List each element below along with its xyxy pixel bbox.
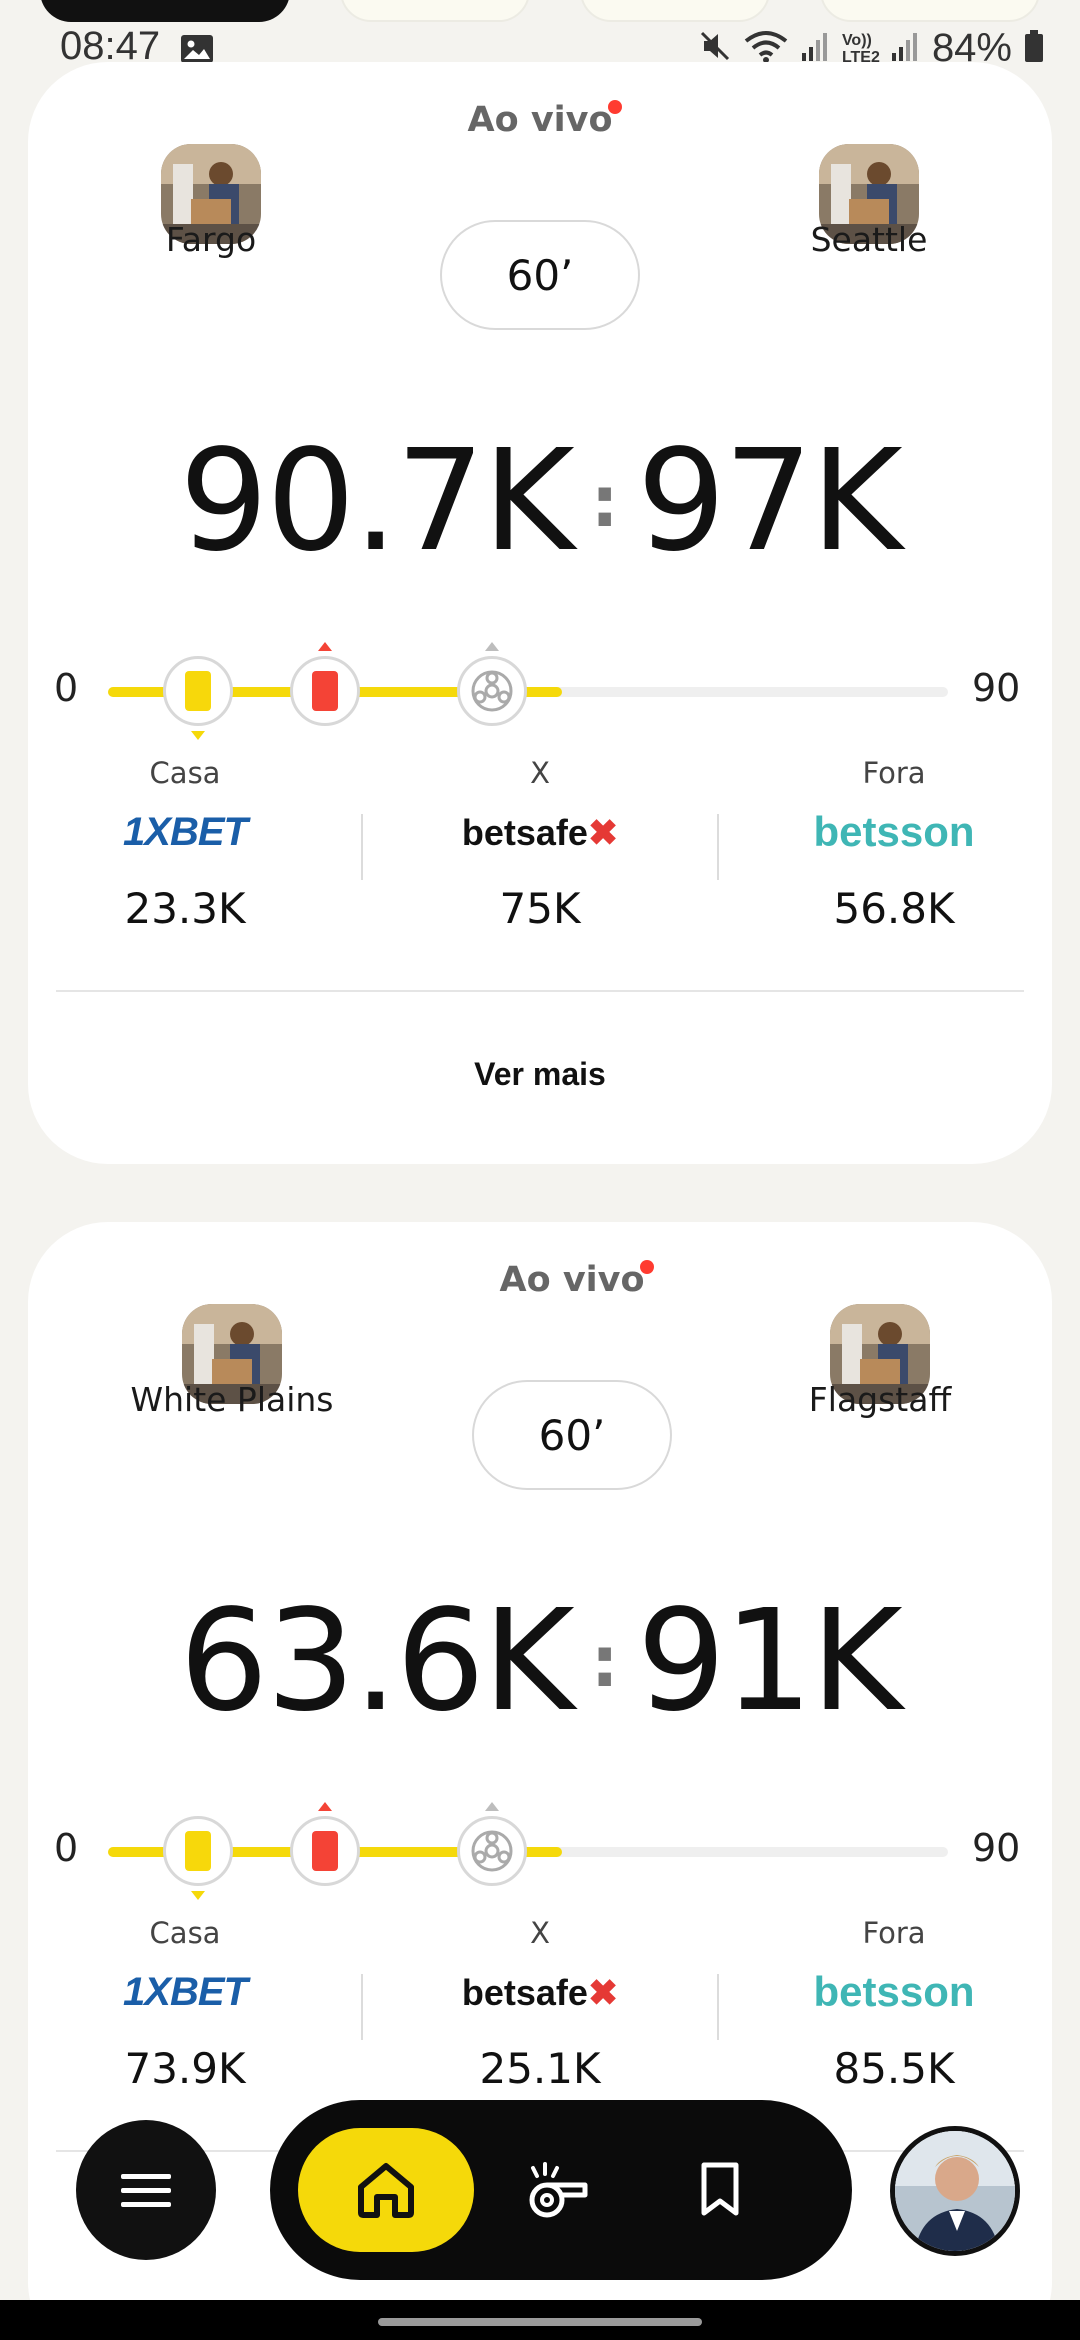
score-separator: : [590,460,619,543]
odd-label-home: Casa [149,1916,221,1950]
timeline-start: 0 [54,1826,79,1870]
odd-label-draw: X [530,1916,550,1950]
profile-avatar[interactable] [890,2126,1020,2256]
home-team-name: White Plains [130,1380,334,1419]
event-marker [191,1891,205,1900]
bottom-nav [270,2100,852,2280]
event-marker [318,642,332,651]
event-marker [318,1802,332,1811]
live-dot [640,1260,654,1274]
ball-icon [471,1830,513,1872]
live-label: Ao vivo [467,100,613,140]
odd-label-home: Casa [149,756,221,790]
odd-label-draw: X [530,756,550,790]
nav-whistle-button[interactable] [518,2152,598,2228]
menu-icon [121,2174,171,2207]
betsafe-x-icon: ✖ [587,1972,619,2013]
score-separator: : [590,1620,619,1703]
timeline-start: 0 [54,666,79,710]
red-card-event[interactable] [290,1816,360,1886]
divider [361,1974,363,2040]
odd-value-home[interactable]: 73.9K [124,2044,245,2093]
yellow-card-icon [185,1831,211,1871]
odd-value-home[interactable]: 23.3K [124,884,245,933]
home-gesture-bar[interactable] [378,2318,702,2326]
score: 90.7K : 97K [28,420,1052,583]
bookmaker-logo-1xbet[interactable]: 1XBET [123,1970,248,2015]
whistle-icon [529,2162,588,2218]
away-score: 91K [636,1580,903,1743]
bookmaker-name: betsafe [461,1972,588,2013]
yellow-card-event[interactable] [163,656,233,726]
bookmaker-logo-betsafe[interactable]: betsafe✖ [462,812,618,854]
system-nav-bar [0,2300,1080,2340]
divider [717,814,719,880]
bookmaker-logo-betsafe[interactable]: betsafe✖ [462,1972,618,2014]
timeline-end: 90 [972,666,1021,710]
away-score: 97K [636,420,903,583]
bookmaker-logo-betsson[interactable]: betsson [813,808,974,856]
yellow-card-event[interactable] [163,1816,233,1886]
odd-value-away[interactable]: 56.8K [833,884,954,933]
see-more-button[interactable]: Ver mais [28,1056,1052,1093]
avatar-image [895,2131,1015,2251]
match-card[interactable]: Fargo Ao vivo 60’ Seattle 90.7K : 97K 0 … [28,62,1052,1164]
bookmaker-logo-betsson[interactable]: betsson [813,1968,974,2016]
nav-bookmark-button[interactable] [690,2152,750,2228]
odd-value-draw[interactable]: 25.1K [479,2044,600,2093]
odd-label-away: Fora [862,1916,926,1950]
divider [56,990,1024,992]
away-team-name: Flagstaff [808,1380,952,1419]
match-minute: 60’ [440,220,640,330]
divider [717,1974,719,2040]
event-marker [485,1802,499,1811]
ball-event[interactable] [457,656,527,726]
odd-value-away[interactable]: 85.5K [833,2044,954,2093]
red-card-icon [312,671,338,711]
home-score: 90.7K [179,420,575,583]
odd-label-away: Fora [862,756,926,790]
ball-event[interactable] [457,1816,527,1886]
bookmark-icon [701,2162,739,2216]
away-team-name: Seattle [810,220,928,259]
betsafe-x-icon: ✖ [587,812,619,853]
menu-button[interactable] [76,2120,216,2260]
red-card-event[interactable] [290,656,360,726]
home-score: 63.6K [179,1580,575,1743]
nav-home-button[interactable] [298,2128,474,2252]
battery-icon [1024,29,1044,68]
yellow-card-icon [185,671,211,711]
match-minute: 60’ [472,1380,672,1490]
divider [361,814,363,880]
home-icon [358,2163,414,2218]
bookmaker-logo-1xbet[interactable]: 1XBET [123,810,248,855]
volte-label: Vo)) LTE2 [841,31,880,66]
event-marker [191,731,205,740]
score: 63.6K : 91K [28,1580,1052,1743]
bookmaker-name: betsafe [461,812,588,853]
live-label: Ao vivo [499,1260,645,1300]
red-card-icon [312,1831,338,1871]
event-marker [485,642,499,651]
odd-value-draw[interactable]: 75K [500,884,581,933]
home-team-name: Fargo [165,220,257,259]
ball-icon [471,670,513,712]
live-dot [608,100,622,114]
timeline-end: 90 [972,1826,1021,1870]
